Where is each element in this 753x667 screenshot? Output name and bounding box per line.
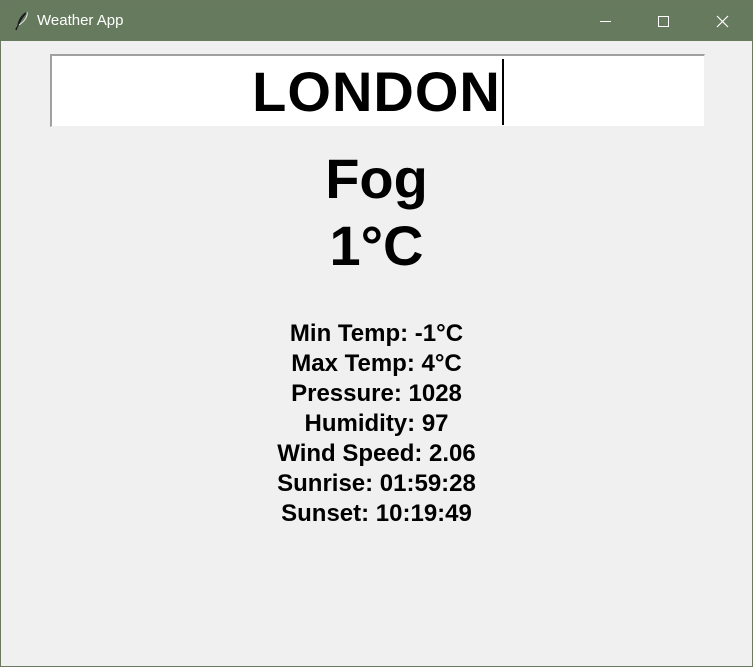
min-temp-label: Min Temp: -1°C (289, 320, 464, 347)
pressure-label: Pressure: 1028 (291, 380, 462, 407)
window-title: Weather App (37, 12, 124, 29)
sunrise-label: Sunrise: 01:59:28 (277, 470, 476, 497)
sunset-label: Sunset: 10:19:49 (281, 500, 472, 527)
minimize-button[interactable] (576, 1, 634, 41)
text-cursor (501, 59, 504, 125)
wind-speed-label: Wind Speed: 2.06 (277, 440, 476, 467)
feather-icon (13, 11, 31, 31)
city-search-input[interactable]: LONDON (50, 54, 705, 127)
city-input-value: LONDON (252, 60, 501, 123)
app-window: Weather App LONDON Fog 1°C Min Temp: -1°… (0, 0, 753, 667)
maximize-button[interactable] (634, 1, 692, 41)
weather-condition: Fog (325, 147, 428, 210)
current-temperature: 1°C (329, 214, 424, 277)
close-button[interactable] (693, 1, 751, 41)
max-temp-label: Max Temp: 4°C (291, 350, 462, 377)
humidity-label: Humidity: 97 (304, 410, 449, 437)
weather-details: Min Temp: -1°C Max Temp: 4°C Pressure: 1… (1, 319, 752, 529)
title-bar[interactable]: Weather App (1, 1, 752, 41)
